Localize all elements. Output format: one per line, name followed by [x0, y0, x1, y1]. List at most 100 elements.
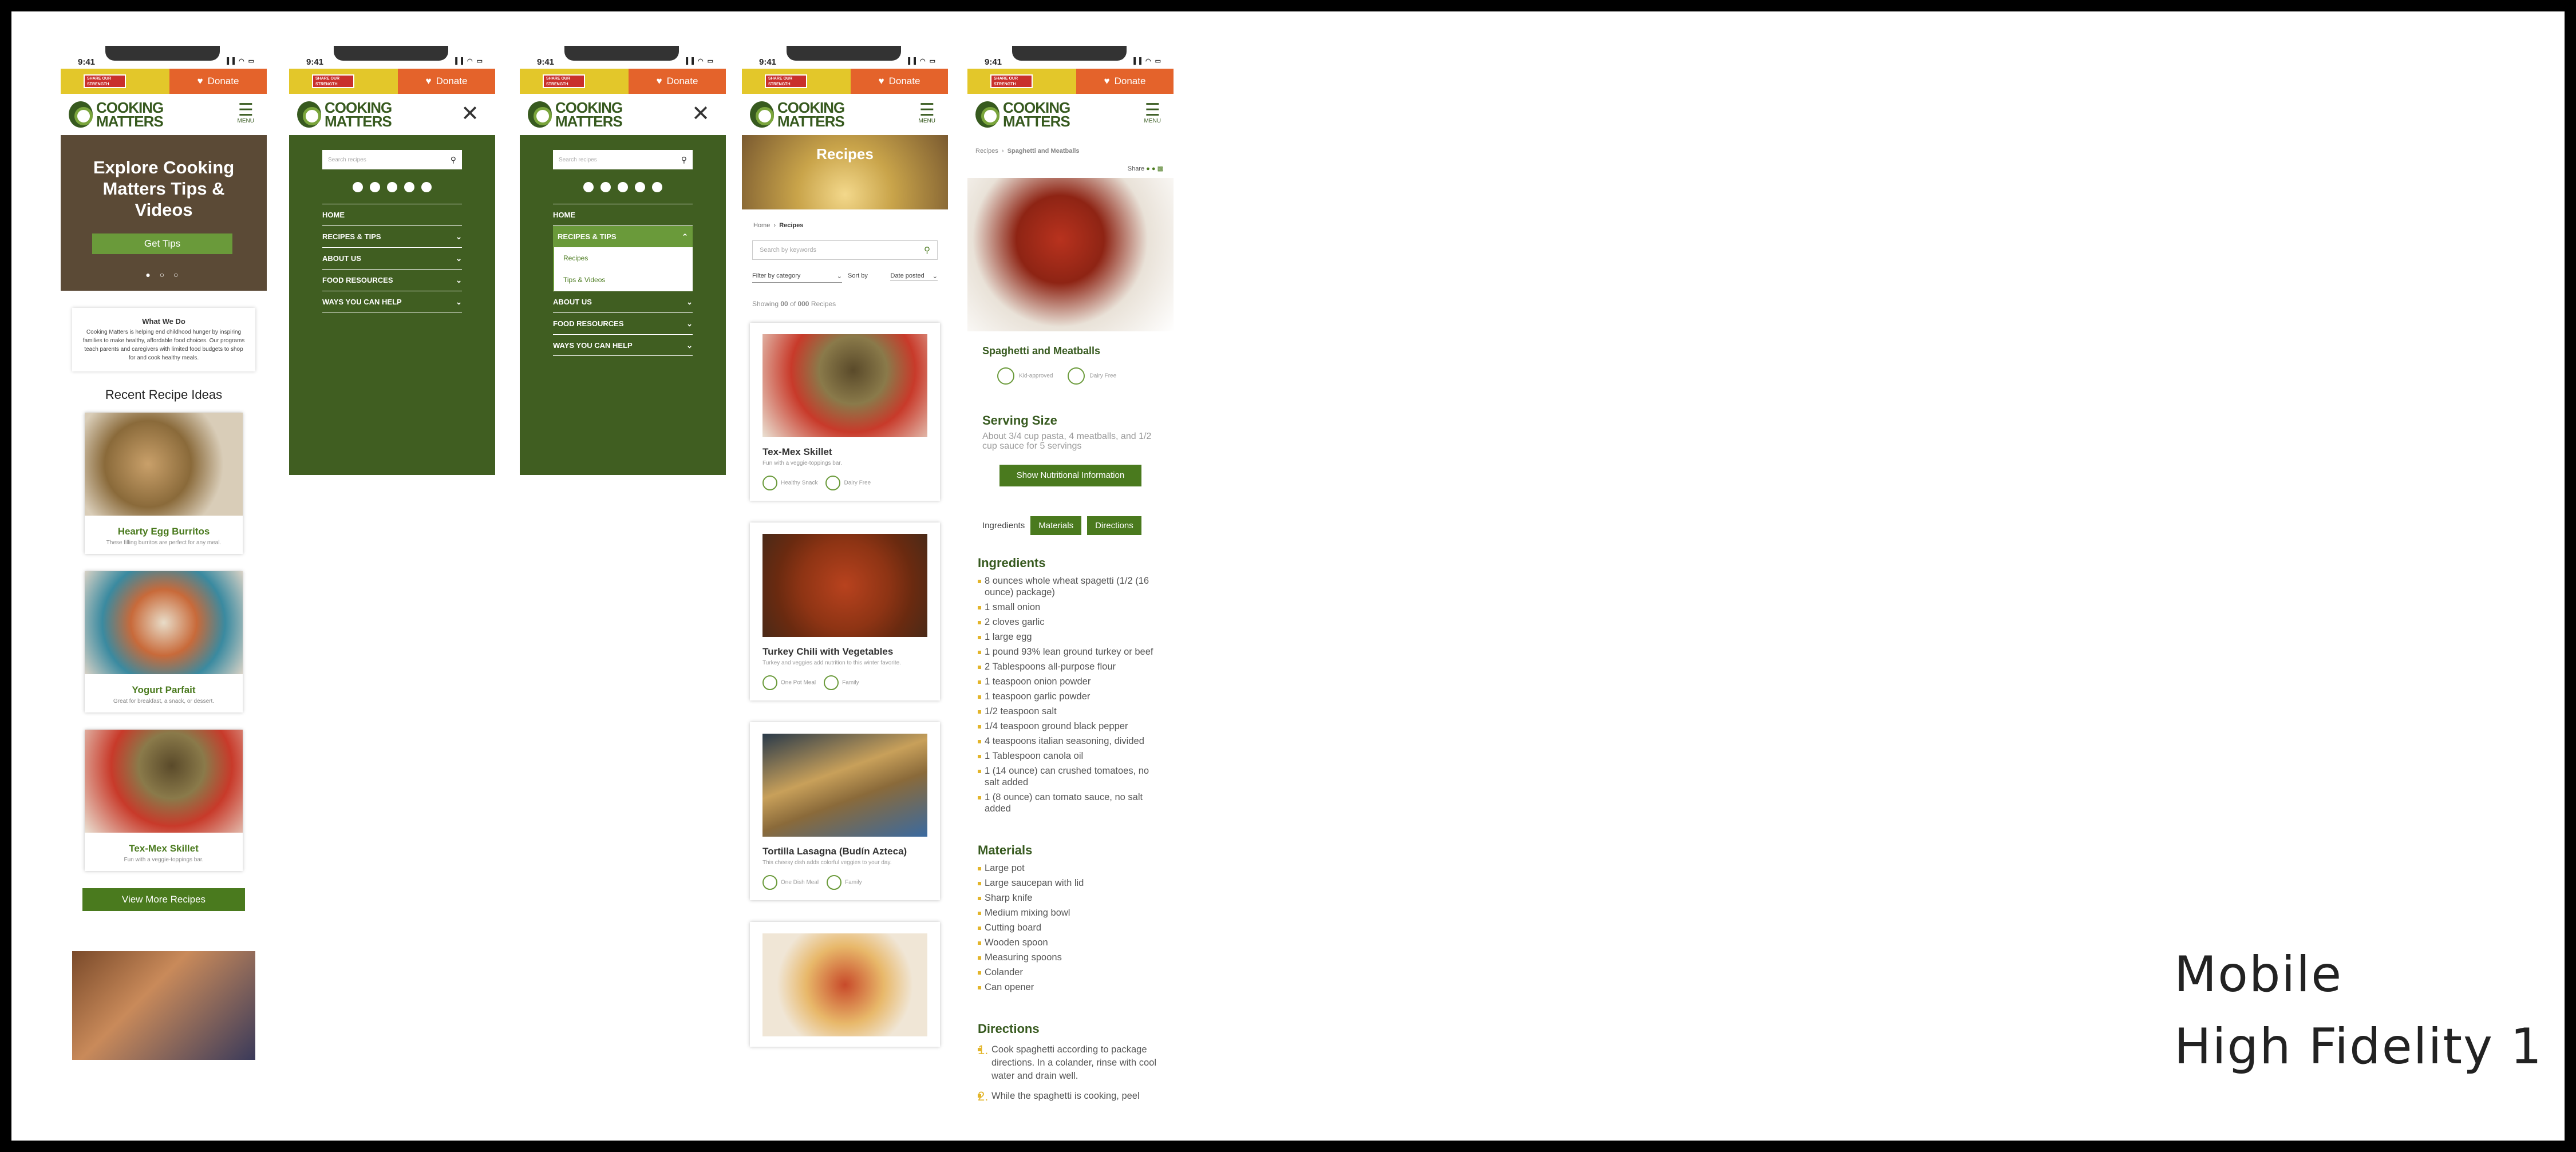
close-icon[interactable]: ✕ — [692, 101, 710, 126]
recipe-card[interactable]: Yogurt Parfait Great for breakfast, a sn… — [85, 571, 243, 712]
donate-button[interactable]: ♥ Donate — [398, 69, 495, 94]
recipe-title[interactable]: Yogurt Parfait — [85, 684, 243, 696]
tag-label: Family — [845, 879, 862, 886]
list-item: Cutting board — [978, 922, 1163, 933]
menu-button[interactable]: ☰ MENU — [1144, 102, 1161, 125]
donate-button[interactable]: ♥ Donate — [1076, 69, 1174, 94]
donate-button[interactable]: ♥ Donate — [851, 69, 948, 94]
donate-button[interactable]: ♥ Donate — [629, 69, 726, 94]
breadcrumb-current: Recipes — [779, 222, 804, 229]
close-icon[interactable]: ✕ — [461, 101, 479, 126]
share-our-strength-logo[interactable]: Share Our Strength — [312, 74, 354, 88]
carousel-dots[interactable]: ● ○ ○ — [61, 270, 267, 279]
breadcrumb: Recipes › Spaghetti and Meatballs — [975, 148, 1080, 155]
tag-kid-approved: Kid-approved — [997, 367, 1053, 385]
share-our-strength-logo[interactable]: Share Our Strength — [84, 74, 126, 88]
recipe-card[interactable]: Tex-Mex Skillet Fun with a veggie-toppin… — [750, 323, 940, 501]
sort-value: Date posted — [890, 272, 924, 279]
artboard-label-line1: Mobile — [2174, 946, 2343, 1003]
search-icon[interactable]: ⚲ — [924, 245, 930, 255]
heart-icon: ♥ — [1104, 76, 1110, 86]
recipe-card[interactable] — [750, 922, 940, 1047]
nav-item-food-resources[interactable]: FOOD RESOURCES ⌄ — [553, 312, 693, 334]
nav-item-ways-you-can-help[interactable]: WAYS YOU CAN HELP ⌄ — [553, 334, 693, 356]
recipe-search-input[interactable]: Search by keywords ⚲ — [752, 240, 938, 260]
nav-search-input[interactable]: Search recipes ⚲ — [553, 150, 693, 169]
tag-dairy-free: Dairy Free — [1068, 367, 1116, 385]
tab-ingredients[interactable]: Ingredients — [982, 521, 1025, 531]
menu-button[interactable]: ☰ MENU — [238, 101, 254, 125]
youtube-icon[interactable] — [404, 182, 414, 192]
search-icon[interactable]: ⚲ — [451, 155, 456, 165]
nav-item-about-us[interactable]: ABOUT US ⌄ — [553, 291, 693, 312]
tab-directions[interactable]: Directions — [1087, 516, 1141, 535]
share-our-strength-logo[interactable]: Share Our Strength — [990, 74, 1033, 88]
hamburger-icon: ☰ — [238, 101, 254, 120]
share-our-strength-bar: Share Our Strength — [520, 69, 629, 94]
recipe-card[interactable]: Hearty Egg Burritos These filling burrit… — [85, 413, 243, 554]
facebook-icon[interactable]: ● — [1146, 165, 1150, 172]
search-icon[interactable]: ⚲ — [681, 155, 687, 165]
nav-subitem-recipes[interactable]: Recipes — [553, 247, 693, 269]
recipe-card[interactable]: Tortilla Lasagna (Budín Azteca) This che… — [750, 722, 940, 900]
donate-button[interactable]: ♥ Donate — [169, 69, 267, 94]
status-time: 9:41 — [78, 57, 96, 67]
recipe-image — [85, 571, 243, 674]
youtube-icon[interactable] — [635, 182, 645, 192]
cooking-matters-logo[interactable]: COOKING MATTERS — [975, 100, 1070, 130]
sort-select[interactable]: Sort by Date posted ⌄ — [848, 272, 938, 283]
nav-search-input[interactable]: Search recipes ⚲ — [322, 150, 462, 169]
recipe-title[interactable]: Hearty Egg Burritos — [85, 526, 243, 537]
signal-icons: ▐▐ ◠ ▭ — [1131, 58, 1162, 65]
signal-icons: ▐▐ ◠ ▭ — [224, 58, 255, 65]
recipe-card[interactable]: Turkey Chili with Vegetables Turkey and … — [750, 522, 940, 700]
site-header: COOKING MATTERS ✕ — [289, 94, 495, 135]
nav-item-label: WAYS YOU CAN HELP — [553, 341, 633, 350]
list-item: Large saucepan with lid — [978, 877, 1163, 889]
nav-item-food-resources[interactable]: FOOD RESOURCES ⌄ — [322, 269, 462, 291]
share-our-strength-logo[interactable]: Share Our Strength — [765, 74, 807, 88]
filter-category-select[interactable]: Filter by category ⌄ — [752, 272, 842, 283]
recipe-title[interactable]: Tex-Mex Skillet — [85, 843, 243, 854]
nav-item-about-us[interactable]: ABOUT US ⌄ — [322, 247, 462, 269]
recipe-card[interactable]: Tex-Mex Skillet Fun with a veggie-toppin… — [85, 730, 243, 871]
cooking-matters-logo[interactable]: COOKING MATTERS — [69, 100, 164, 129]
nav-item-home[interactable]: HOME — [322, 204, 462, 225]
print-icon[interactable]: ▩ — [1157, 165, 1163, 172]
tag-one-pot-meal: One Pot Meal — [762, 675, 816, 690]
instagram-icon[interactable] — [600, 182, 611, 192]
cooking-matters-logo[interactable]: COOKING MATTERS — [297, 100, 392, 129]
nav-subitem-tips-videos[interactable]: Tips & Videos — [553, 269, 693, 291]
twitter-icon[interactable] — [387, 182, 397, 192]
instagram-icon[interactable] — [370, 182, 380, 192]
breadcrumb-parent[interactable]: Recipes — [975, 148, 998, 155]
share-label: Share — [1127, 165, 1145, 172]
recipe-title[interactable]: Tortilla Lasagna (Budín Azteca) — [762, 846, 927, 857]
twitter-icon[interactable] — [618, 182, 628, 192]
cooking-matters-logo[interactable]: COOKING MATTERS — [528, 100, 623, 129]
recipe-image — [762, 534, 927, 637]
twitter-icon[interactable]: ● — [1152, 165, 1156, 172]
breadcrumb-home[interactable]: Home — [753, 222, 770, 229]
show-nutrition-button[interactable]: Show Nutritional Information — [999, 465, 1141, 486]
list-item: 2 Tablespoons all-purpose flour — [978, 661, 1163, 672]
email-icon[interactable] — [652, 182, 662, 192]
logo-line2: MATTERS — [1003, 113, 1070, 130]
nav-item-recipes-tips[interactable]: RECIPES & TIPS ⌃ — [553, 225, 693, 247]
cooking-matters-logo[interactable]: COOKING MATTERS — [750, 100, 845, 129]
family-shopping-image — [72, 951, 255, 1060]
email-icon[interactable] — [421, 182, 432, 192]
nav-item-ways-you-can-help[interactable]: WAYS YOU CAN HELP ⌄ — [322, 291, 462, 312]
recipe-title[interactable]: Turkey Chili with Vegetables — [762, 646, 927, 658]
view-more-recipes-button[interactable]: View More Recipes — [82, 888, 245, 911]
top-bar: Share Our Strength ♥ Donate — [61, 69, 267, 94]
facebook-icon[interactable] — [583, 182, 594, 192]
recipe-title[interactable]: Tex-Mex Skillet — [762, 446, 927, 458]
tab-materials[interactable]: Materials — [1030, 516, 1082, 535]
get-tips-button[interactable]: Get Tips — [92, 233, 232, 254]
share-our-strength-logo[interactable]: Share Our Strength — [543, 74, 585, 88]
nav-item-recipes-tips[interactable]: RECIPES & TIPS ⌄ — [322, 225, 462, 247]
nav-item-home[interactable]: HOME — [553, 204, 693, 225]
facebook-icon[interactable] — [353, 182, 363, 192]
menu-button[interactable]: ☰ MENU — [919, 102, 935, 125]
